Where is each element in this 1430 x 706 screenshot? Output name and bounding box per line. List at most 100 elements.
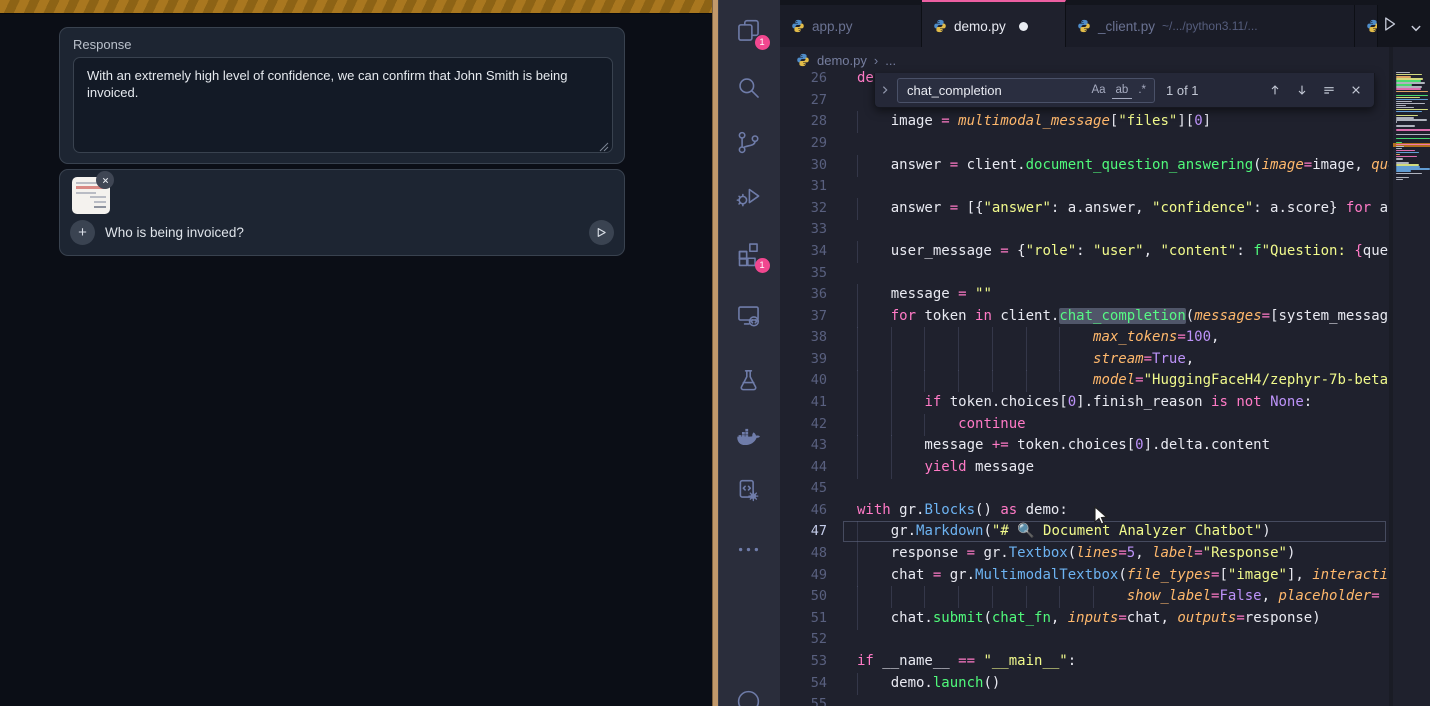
whole-word-button[interactable]: ab bbox=[1112, 82, 1133, 99]
file-gear-icon[interactable] bbox=[735, 477, 765, 507]
chevron-down-icon[interactable] bbox=[1405, 13, 1427, 35]
minimap-line bbox=[1396, 121, 1397, 122]
code-line-44[interactable]: 44 yield message bbox=[780, 457, 1387, 479]
code-line-42[interactable]: 42 continue bbox=[780, 414, 1387, 436]
code-text: show_label=False, placeholder= bbox=[857, 586, 1380, 608]
extensions-icon[interactable]: 1 bbox=[735, 240, 765, 270]
code-line-46[interactable]: 46with gr.Blocks() as demo: bbox=[780, 500, 1387, 522]
close-find-button[interactable] bbox=[1348, 82, 1364, 98]
find-input[interactable]: chat_completion Aa ab .* bbox=[897, 78, 1155, 103]
breadcrumb-tail[interactable]: ... bbox=[885, 53, 896, 68]
multimodal-textbox[interactable]: + Who is being invoiced? bbox=[59, 169, 625, 256]
minimap-line bbox=[1396, 173, 1422, 174]
line-number: 31 bbox=[780, 176, 827, 198]
line-number: 27 bbox=[780, 90, 827, 112]
code-line-48[interactable]: 48 response = gr.Textbox(lines=5, label=… bbox=[780, 543, 1387, 565]
line-number: 50 bbox=[780, 586, 827, 608]
code-text: gr.Markdown("# 🔍 Document Analyzer Chatb… bbox=[857, 521, 1271, 543]
response-textbox[interactable]: With an extremely high level of confiden… bbox=[73, 57, 613, 153]
line-number: 41 bbox=[780, 392, 827, 414]
add-file-button[interactable]: + bbox=[70, 220, 95, 245]
minimap-line bbox=[1396, 125, 1415, 126]
line-number: 44 bbox=[780, 457, 827, 479]
code-line-52[interactable]: 52 bbox=[780, 629, 1387, 651]
send-button[interactable] bbox=[589, 220, 614, 245]
code-line-35[interactable]: 35 bbox=[780, 263, 1387, 285]
find-in-selection-button[interactable] bbox=[1321, 82, 1337, 98]
chevron-right-icon[interactable] bbox=[877, 82, 893, 98]
code-line-53[interactable]: 53if __name__ == "__main__": bbox=[780, 651, 1387, 673]
code-line-54[interactable]: 54 demo.launch() bbox=[780, 673, 1387, 695]
code-text: user_message = {"role": "user", "content… bbox=[857, 241, 1430, 263]
minimap[interactable] bbox=[1389, 47, 1430, 706]
line-number: 32 bbox=[780, 198, 827, 220]
code-line-51[interactable]: 51 chat.submit(chat_fn, inputs=chat, out… bbox=[780, 608, 1387, 630]
minimap-line bbox=[1396, 158, 1403, 159]
code-line-40[interactable]: 40 model="HuggingFaceH4/zephyr-7b-beta") bbox=[780, 370, 1387, 392]
resize-handle-icon[interactable] bbox=[599, 139, 609, 149]
next-match-button[interactable] bbox=[1294, 82, 1310, 98]
remove-attachment-button[interactable] bbox=[96, 171, 114, 189]
code-line-55[interactable]: 55 bbox=[780, 694, 1387, 706]
mouse-cursor bbox=[1094, 506, 1111, 533]
line-number: 38 bbox=[780, 327, 827, 349]
code-text: for token in client.chat_completion(mess… bbox=[857, 306, 1430, 328]
minimap-line bbox=[1396, 179, 1403, 180]
code-line-28[interactable]: 28 image = multimodal_message["files"][0… bbox=[780, 111, 1387, 133]
code-line-49[interactable]: 49 chat = gr.MultimodalTextbox(file_type… bbox=[780, 565, 1387, 587]
code-text: image = multimodal_message["files"][0] bbox=[857, 111, 1211, 133]
match-case-button[interactable]: Aa bbox=[1087, 82, 1109, 98]
breadcrumb-file[interactable]: demo.py bbox=[817, 53, 867, 68]
remote-explorer-icon[interactable] bbox=[735, 302, 765, 332]
code-line-30[interactable]: 30 answer = client.document_question_ans… bbox=[780, 155, 1387, 177]
search-icon[interactable] bbox=[735, 74, 765, 104]
code-line-34[interactable]: 34 user_message = {"role": "user", "cont… bbox=[780, 241, 1387, 263]
code-line-45[interactable]: 45 bbox=[780, 478, 1387, 500]
code-line-29[interactable]: 29 bbox=[780, 133, 1387, 155]
line-number: 37 bbox=[780, 306, 827, 328]
code-line-32[interactable]: 32 answer = [{"answer": a.answer, "confi… bbox=[780, 198, 1387, 220]
files-icon[interactable]: 1 bbox=[735, 17, 765, 47]
code-line-36[interactable]: 36 message = "" bbox=[780, 284, 1387, 306]
line-number: 54 bbox=[780, 673, 827, 695]
code-line-33[interactable]: 33 bbox=[780, 219, 1387, 241]
code-line-43[interactable]: 43 message += token.choices[0].delta.con… bbox=[780, 435, 1387, 457]
more-icon[interactable] bbox=[735, 536, 765, 566]
code-line-31[interactable]: 31 bbox=[780, 176, 1387, 198]
minimap-line bbox=[1396, 177, 1409, 178]
response-label: Response bbox=[73, 37, 132, 52]
line-number: 47 bbox=[780, 521, 827, 543]
line-number: 48 bbox=[780, 543, 827, 565]
minimap-line bbox=[1396, 142, 1402, 143]
find-results-count: 1 of 1 bbox=[1166, 83, 1199, 98]
flask-icon[interactable] bbox=[735, 367, 765, 397]
docker-icon[interactable] bbox=[735, 423, 765, 453]
chat-message-input[interactable]: Who is being invoiced? bbox=[105, 225, 589, 240]
code-line-38[interactable]: 38 max_tokens=100, bbox=[780, 327, 1387, 349]
code-text: answer = [{"answer": a.answer, "confiden… bbox=[857, 198, 1430, 220]
line-number: 46 bbox=[780, 500, 827, 522]
line-number: 30 bbox=[780, 155, 827, 177]
minimap-line bbox=[1396, 99, 1428, 100]
previous-match-button[interactable] bbox=[1267, 82, 1283, 98]
find-query[interactable]: chat_completion bbox=[907, 83, 1085, 98]
run-debug-icon[interactable] bbox=[735, 183, 765, 213]
account-icon[interactable] bbox=[735, 688, 765, 706]
code-line-47[interactable]: 47 gr.Markdown("# 🔍 Document Analyzer Ch… bbox=[780, 521, 1387, 543]
code-line-37[interactable]: 37 for token in client.chat_completion(m… bbox=[780, 306, 1387, 328]
code-text: if token.choices[0].finish_reason is not… bbox=[857, 392, 1312, 414]
minimap-line bbox=[1396, 138, 1430, 139]
python-icon bbox=[796, 53, 810, 67]
regex-button[interactable]: .* bbox=[1134, 82, 1150, 98]
code-line-50[interactable]: 50 show_label=False, placeholder= bbox=[780, 586, 1387, 608]
minimap-line bbox=[1396, 119, 1427, 120]
code-text: message += token.choices[0].delta.conten… bbox=[857, 435, 1270, 457]
line-number: 53 bbox=[780, 651, 827, 673]
window-divider[interactable] bbox=[712, 0, 719, 706]
code-line-41[interactable]: 41 if token.choices[0].finish_reason is … bbox=[780, 392, 1387, 414]
code-line-39[interactable]: 39 stream=True, bbox=[780, 349, 1387, 371]
code-text: response = gr.Textbox(lines=5, label="Re… bbox=[857, 543, 1295, 565]
breadcrumb[interactable]: demo.py›... bbox=[796, 48, 896, 72]
source-control-icon[interactable] bbox=[735, 129, 765, 159]
line-number: 45 bbox=[780, 478, 827, 500]
